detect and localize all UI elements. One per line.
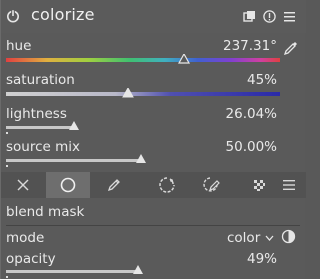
reset-icon[interactable]: [263, 10, 276, 23]
hue-label: hue: [6, 38, 32, 54]
circle-icon: [60, 177, 76, 193]
parametric-mask-icon: [159, 177, 175, 193]
source-mix-label: source mix: [6, 139, 81, 155]
opacity-soft-min-dot: [6, 276, 8, 278]
saturation-label: saturation: [6, 72, 75, 88]
drawn-parametric-mask-icon: [203, 177, 220, 192]
multi-instance-icon[interactable]: [243, 10, 256, 23]
blend-drawn-mask-button[interactable]: [92, 172, 136, 198]
chevron-down-icon: [265, 235, 274, 241]
opacity-label: opacity: [6, 251, 56, 267]
blend-parametric-mask-button[interactable]: [145, 172, 189, 198]
colorize-module-panel: colorize hue 237.31° saturation 45% ligh…: [0, 0, 306, 279]
blend-menu-button[interactable]: [271, 172, 306, 198]
hue-gradient-track[interactable]: [6, 58, 280, 62]
blend-uniformly-button[interactable]: [46, 172, 90, 198]
saturation-gradient-track[interactable]: [6, 92, 280, 96]
hamburger-menu-icon: [282, 180, 295, 190]
blend-off-button[interactable]: [1, 172, 45, 198]
lightness-value: 26.04%: [225, 106, 277, 122]
section-divider: [6, 225, 300, 226]
source-mix-soft-min-dot: [6, 165, 8, 167]
saturation-marker[interactable]: [122, 88, 134, 98]
module-title: colorize: [31, 5, 95, 24]
blend-mask-section-title: blend mask: [6, 204, 85, 220]
lightness-fill[interactable]: [6, 126, 72, 129]
power-icon[interactable]: [6, 9, 20, 23]
blend-drawn-parametric-mask-button[interactable]: [190, 172, 234, 198]
pencil-icon: [107, 179, 120, 192]
module-header[interactable]: colorize: [1, 0, 306, 33]
source-mix-fill[interactable]: [6, 159, 139, 162]
saturation-value: 45%: [246, 72, 277, 88]
mode-value: color: [227, 230, 261, 246]
lightness-marker[interactable]: [68, 121, 80, 131]
presets-menu-icon[interactable]: [283, 10, 296, 23]
source-mix-marker[interactable]: [135, 154, 147, 164]
opacity-marker[interactable]: [132, 265, 144, 275]
checkerboard-icon: [254, 180, 265, 191]
opacity-value: 49%: [246, 251, 277, 267]
opacity-fill[interactable]: [6, 270, 136, 273]
blend-mode-toolbar: [1, 172, 306, 198]
lightness-label: lightness: [6, 106, 67, 122]
close-icon: [17, 179, 29, 191]
hue-marker[interactable]: [178, 54, 190, 64]
color-picker-icon[interactable]: [283, 40, 299, 56]
source-mix-value: 50.00%: [225, 139, 277, 155]
hue-value: 237.31°: [223, 38, 277, 54]
blend-reverse-icon[interactable]: [281, 229, 296, 244]
lightness-soft-min-dot: [6, 132, 8, 134]
mode-label: mode: [6, 230, 45, 246]
